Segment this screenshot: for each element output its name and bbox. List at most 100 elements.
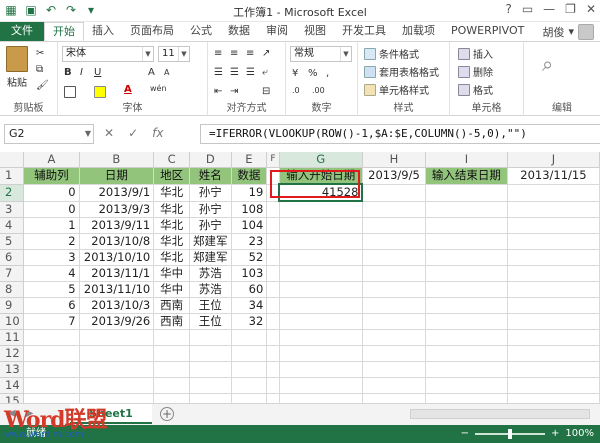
cell-a2[interactable]: 0 (23, 184, 80, 202)
font-name-select[interactable]: 宋体 ▼ (62, 46, 154, 62)
cell-e12[interactable] (231, 345, 268, 362)
cell-g9[interactable] (279, 297, 363, 314)
shrink-font-button[interactable]: A (164, 68, 169, 77)
row-header-3[interactable]: 3 (0, 201, 25, 218)
cell-g5[interactable] (279, 233, 363, 250)
increase-indent-icon[interactable]: ⇥ (230, 86, 238, 97)
cell-j1[interactable]: 2013/11/15 (507, 167, 600, 185)
cell-c7[interactable]: 华中 (153, 265, 191, 282)
row-header-9[interactable]: 9 (0, 297, 25, 314)
cell-g11[interactable] (279, 329, 363, 346)
cell-b1[interactable]: 日期 (79, 167, 155, 185)
cell-i9[interactable] (425, 297, 508, 314)
column-header-f[interactable]: F (266, 152, 280, 169)
cell-b12[interactable] (79, 345, 155, 362)
cell-c12[interactable] (153, 345, 191, 362)
cell-i1[interactable]: 输入结束日期 (425, 167, 508, 185)
column-header-a[interactable]: A (23, 152, 80, 169)
cell-a6[interactable]: 3 (23, 249, 80, 266)
cell-d8[interactable]: 苏浩 (189, 281, 232, 298)
column-header-h[interactable]: H (362, 152, 427, 169)
cell-d7[interactable]: 苏浩 (189, 265, 232, 282)
cell-e9[interactable]: 34 (231, 297, 268, 314)
cell-i6[interactable] (425, 249, 508, 266)
cell-e13[interactable] (231, 361, 268, 378)
column-header-c[interactable]: C (153, 152, 191, 169)
align-center-icon[interactable]: ☰ (230, 67, 239, 78)
tab-formulas[interactable]: 公式 (182, 22, 220, 41)
cell-h8[interactable] (362, 281, 427, 298)
cell-e10[interactable]: 32 (231, 313, 268, 330)
merge-cells-icon[interactable]: ⊟ (262, 86, 270, 97)
cell-g4[interactable] (279, 217, 363, 234)
orientation-icon[interactable]: ↗ (262, 48, 270, 59)
phonetic-button[interactable]: wén (150, 84, 167, 93)
cell-a1[interactable]: 辅助列 (23, 167, 80, 185)
enter-icon[interactable]: ✓ (128, 126, 138, 140)
cell-d11[interactable] (189, 329, 232, 346)
paste-button[interactable]: 粘贴 (6, 46, 28, 89)
row-header-2[interactable]: 2 (0, 184, 25, 202)
cell-f6[interactable] (266, 249, 280, 266)
row-header-5[interactable]: 5 (0, 233, 25, 250)
cell-c6[interactable]: 华北 (153, 249, 191, 266)
cell-b13[interactable] (79, 361, 155, 378)
cell-f13[interactable] (266, 361, 280, 378)
conditional-format-button[interactable]: 条件格式 (364, 46, 419, 61)
cell-f14[interactable] (266, 377, 280, 394)
cell-h10[interactable] (362, 313, 427, 330)
cell-e6[interactable]: 52 (231, 249, 268, 266)
cell-a13[interactable] (23, 361, 80, 378)
cell-f15[interactable] (266, 393, 280, 403)
copy-icon[interactable]: ⧉ (36, 64, 43, 75)
cell-b11[interactable] (79, 329, 155, 346)
cell-i11[interactable] (425, 329, 508, 346)
align-middle-icon[interactable]: ≡ (230, 48, 238, 59)
cell-d10[interactable]: 王位 (189, 313, 232, 330)
cell-h2[interactable] (362, 184, 427, 202)
italic-button[interactable]: I (80, 67, 83, 78)
cell-g13[interactable] (279, 361, 363, 378)
cell-d1[interactable]: 姓名 (189, 167, 232, 185)
cell-h12[interactable] (362, 345, 427, 362)
font-size-select[interactable]: 11 ▼ (158, 46, 190, 62)
cell-h9[interactable] (362, 297, 427, 314)
cell-e8[interactable]: 60 (231, 281, 268, 298)
cell-h15[interactable] (362, 393, 427, 403)
cell-j5[interactable] (507, 233, 600, 250)
cell-c2[interactable]: 华北 (153, 184, 191, 202)
cell-i14[interactable] (425, 377, 508, 394)
tab-addins[interactable]: 加载项 (394, 22, 443, 41)
cell-a11[interactable] (23, 329, 80, 346)
cell-j8[interactable] (507, 281, 600, 298)
cell-d15[interactable] (189, 393, 232, 403)
cell-h14[interactable] (362, 377, 427, 394)
cell-d6[interactable]: 郑建军 (189, 249, 232, 266)
cell-i15[interactable] (425, 393, 508, 403)
cell-e5[interactable]: 23 (231, 233, 268, 250)
row-header-4[interactable]: 4 (0, 217, 25, 234)
grow-font-button[interactable]: A (148, 67, 155, 78)
cell-d2[interactable]: 孙宁 (189, 184, 232, 202)
cell-a14[interactable] (23, 377, 80, 394)
cell-d4[interactable]: 孙宁 (189, 217, 232, 234)
cell-h5[interactable] (362, 233, 427, 250)
cell-i4[interactable] (425, 217, 508, 234)
fill-color-icon[interactable] (94, 86, 106, 98)
row-header-10[interactable]: 10 (0, 313, 25, 330)
borders-icon[interactable] (64, 86, 76, 98)
column-header-g[interactable]: G (279, 152, 363, 169)
close-icon[interactable]: ✕ (586, 2, 596, 16)
comma-icon[interactable]: , (326, 68, 329, 79)
cell-styles-button[interactable]: 单元格样式 (364, 82, 429, 97)
cell-d12[interactable] (189, 345, 232, 362)
tab-page-layout[interactable]: 页面布局 (122, 22, 182, 41)
cell-b9[interactable]: 2013/10/3 (79, 297, 155, 314)
user-account[interactable]: 胡俊 ▾ (542, 22, 600, 41)
align-right-icon[interactable]: ☰ (246, 67, 255, 78)
cell-c5[interactable]: 华北 (153, 233, 191, 250)
align-top-icon[interactable]: ≡ (214, 48, 222, 59)
add-sheet-icon[interactable]: + (160, 407, 174, 421)
search-icon[interactable]: ⌕ (542, 52, 553, 76)
cell-f5[interactable] (266, 233, 280, 250)
